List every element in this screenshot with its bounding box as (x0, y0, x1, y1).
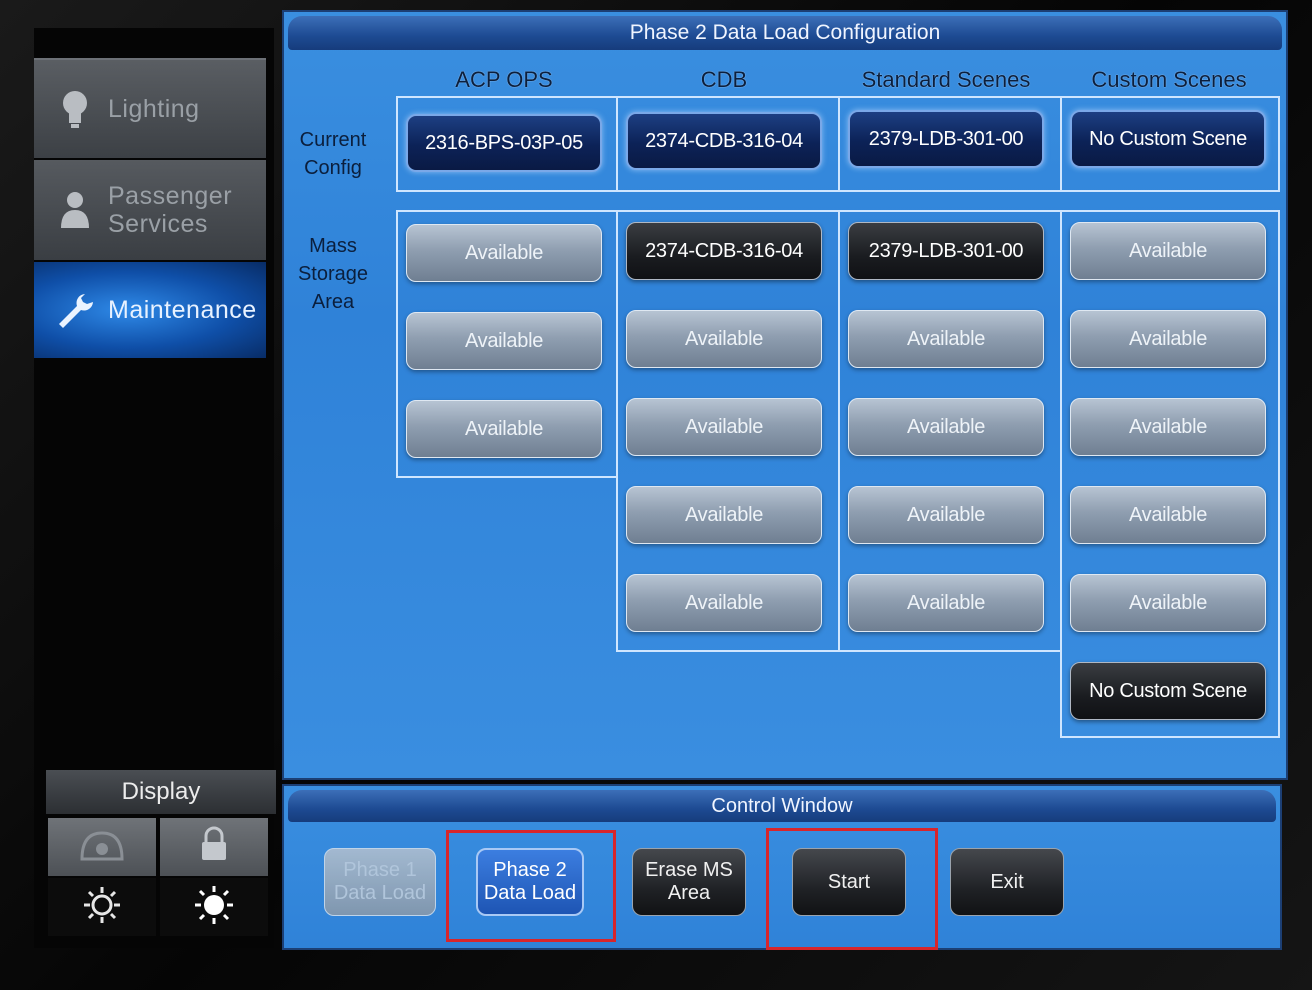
row-label-mass-storage: Mass Storage Area (297, 235, 369, 313)
slot-standard-scenes-4[interactable]: Available (848, 486, 1044, 544)
slot-cdb-5[interactable]: Available (626, 574, 822, 632)
phase1-data-load-button[interactable]: Phase 1 Data Load (324, 848, 436, 916)
sidebar-item-label: Passenger Services (108, 182, 233, 238)
slot-custom-scenes-4[interactable]: Available (1070, 486, 1266, 544)
row-label-current-config: Current Config (299, 129, 367, 179)
slot-standard-scenes-3[interactable]: Available (848, 398, 1044, 456)
column-header-custom-scenes: Custom Scenes (1091, 67, 1247, 92)
slot-acp-ops-2[interactable]: Available (406, 312, 602, 370)
mass-storage-custom-scenes-frame (1060, 210, 1280, 738)
slot-acp-ops-1[interactable]: Available (406, 224, 602, 282)
current-config-cdb[interactable]: 2374-CDB-316-04 (626, 112, 822, 170)
sidebar-item-lighting[interactable]: Lighting (34, 58, 266, 158)
slot-standard-scenes-5[interactable]: Available (848, 574, 1044, 632)
column-header-standard-scenes: Standard Scenes (861, 67, 1031, 92)
wrench-icon (54, 289, 96, 331)
sidebar-item-label: Maintenance (108, 295, 257, 324)
slot-custom-scenes-1[interactable]: Available (1070, 222, 1266, 280)
highlight-box-start (766, 828, 938, 950)
sidebar-item-passenger-services[interactable]: Passenger Services (34, 160, 266, 260)
erase-ms-area-button[interactable]: Erase MS Area (632, 848, 746, 916)
sidebar-item-maintenance[interactable]: Maintenance (34, 262, 266, 358)
sun-bright-icon (194, 885, 234, 930)
divider (838, 96, 840, 192)
slot-cdb-1[interactable]: 2374-CDB-316-04 (626, 222, 822, 280)
divider (616, 96, 618, 192)
current-config-standard-scenes[interactable]: 2379-LDB-301-00 (848, 110, 1044, 168)
slot-acp-ops-3[interactable]: Available (406, 400, 602, 458)
control-window: Control Window Phase 1 Data Load Phase 2… (282, 784, 1282, 950)
slot-custom-scenes-6[interactable]: No Custom Scene (1070, 662, 1266, 720)
lock-icon (199, 826, 229, 869)
exit-button[interactable]: Exit (950, 848, 1064, 916)
home-icon (76, 825, 128, 870)
brightness-up-button[interactable] (160, 878, 268, 936)
data-load-config-panel: Phase 2 Data Load Configuration ACP OPS … (282, 10, 1288, 780)
slot-custom-scenes-2[interactable]: Available (1070, 310, 1266, 368)
slot-custom-scenes-3[interactable]: Available (1070, 398, 1266, 456)
current-config-custom-scenes[interactable]: No Custom Scene (1070, 110, 1266, 168)
lock-button[interactable] (160, 818, 268, 876)
person-icon (54, 189, 96, 231)
slot-cdb-3[interactable]: Available (626, 398, 822, 456)
sun-dim-icon (82, 885, 122, 930)
slot-cdb-4[interactable]: Available (626, 486, 822, 544)
brightness-down-button[interactable] (48, 878, 156, 936)
slot-standard-scenes-1[interactable]: 2379-LDB-301-00 (848, 222, 1044, 280)
highlight-box-phase2 (446, 830, 616, 942)
display-header: Display (46, 770, 276, 814)
divider (1060, 96, 1062, 192)
column-header-acp-ops: ACP OPS (455, 67, 553, 92)
slot-custom-scenes-5[interactable]: Available (1070, 574, 1266, 632)
slot-standard-scenes-2[interactable]: Available (848, 310, 1044, 368)
home-screen-button[interactable] (48, 818, 156, 876)
slot-cdb-2[interactable]: Available (626, 310, 822, 368)
column-header-cdb: CDB (700, 67, 748, 92)
control-window-title: Control Window (288, 790, 1276, 822)
current-config-acp-ops[interactable]: 2316-BPS-03P-05 (406, 114, 602, 172)
sidebar-item-label: Lighting (108, 94, 200, 123)
lightbulb-icon (54, 88, 96, 130)
page-title: Phase 2 Data Load Configuration (288, 16, 1282, 50)
sidebar: Lighting Passenger Services Maintenance … (34, 28, 276, 948)
